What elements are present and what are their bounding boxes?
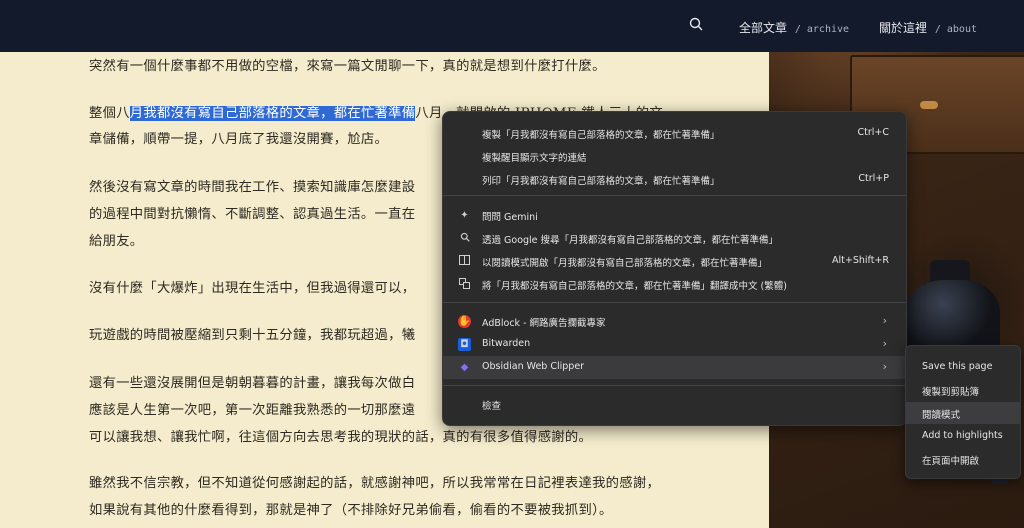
nav-label: 全部文章 <box>739 21 788 35</box>
obsidian-submenu: Save this page 複製到剪貼簿 閱讀模式 Add to highli… <box>905 345 1021 479</box>
gemini-sparkle-icon: ✦ <box>460 210 469 221</box>
menu-label: 複製「月我都沒有寫自己部落格的文章，都在忙著準備」 <box>482 130 720 141</box>
paragraph: 沒有什麼「大爆炸」出現在生活中，但我過得還可以， <box>89 281 416 296</box>
submenu-item-copy-clipboard[interactable]: 複製到剪貼簿 <box>906 379 1020 401</box>
menu-item-copy-link[interactable]: 複製醒目顯示文字的連結 <box>443 145 906 168</box>
menu-label: 透過 Google 搜尋「月我都沒有寫自己部落格的文章，都在忙著準備」 <box>482 235 779 246</box>
paragraph-line: 還有一些還沒展開但是朝朝暮暮的計畫，讓我每次做白 <box>89 376 416 391</box>
nav-link-about[interactable]: 關於這裡 / about <box>879 19 977 36</box>
nav-sub-label: / about <box>934 24 977 35</box>
chevron-right-icon: › <box>882 337 887 350</box>
menu-item-print[interactable]: 列印「月我都沒有寫自己部落格的文章，都在忙著準備」 Ctrl+P <box>443 168 906 191</box>
menu-label: AdBlock - 網路廣告攔截專家 <box>482 318 606 329</box>
menu-item-bitwarden[interactable]: ◘ Bitwarden › <box>443 333 906 356</box>
obsidian-gem-icon: ◆ <box>460 362 469 373</box>
menu-item-reader-mode[interactable]: 以閱讀模式開啟「月我都沒有寫自己部落格的文章，都在忙著準備」 Alt+Shift… <box>443 250 906 273</box>
selected-text[interactable]: 月我都沒有寫自己部落格的文章，都在忙著準備 <box>129 106 416 121</box>
paragraph-line: 給朋友。 <box>89 234 144 249</box>
shortcut: Ctrl+C <box>857 127 890 138</box>
submenu-item-add-highlights[interactable]: Add to highlights <box>906 425 1020 447</box>
text: 整個八 <box>89 106 130 121</box>
menu-item-translate[interactable]: 將「月我都沒有寫自己部落格的文章，都在忙著準備」翻譯成中文 (繁體) <box>443 273 906 296</box>
submenu-label: 閱讀模式 <box>922 410 961 421</box>
paragraph-line: 的過程中間對抗懶惰、不斷調整、認真過生活。一直在 <box>89 207 416 222</box>
submenu-label: 複製到剪貼簿 <box>922 387 980 398</box>
menu-label: 問問 Gemini <box>482 212 538 223</box>
menu-label: Obsidian Web Clipper <box>482 361 585 372</box>
chevron-right-icon: › <box>882 360 887 373</box>
paragraph-line: 如果說有其他的什麼看得到，那就是神了（不排除好兄弟偷看，偷看的不要被我抓到）。 <box>89 503 613 518</box>
menu-divider <box>443 302 906 303</box>
nav-sub-label: / archive <box>794 24 850 35</box>
submenu-item-open-in-page[interactable]: 在頁面中開啟 <box>906 448 1020 470</box>
paragraph: 突然有一個什麼事都不用做的空檔，來寫一篇文閒聊一下，真的就是想到什麼打什麼。 <box>89 59 606 74</box>
menu-item-obsidian-web-clipper[interactable]: ◆ Obsidian Web Clipper › <box>443 356 906 379</box>
submenu-item-reader-mode[interactable]: 閱讀模式 <box>906 402 1020 424</box>
submenu-label: Add to highlights <box>922 430 1003 441</box>
paragraph-line: 雖然我不信宗教，但不知道從何感謝起的話，就感謝神吧，所以我常常在日記裡表達我的感… <box>89 476 661 491</box>
menu-item-copy[interactable]: 複製「月我都沒有寫自己部落格的文章，都在忙著準備」 Ctrl+C <box>443 122 906 145</box>
context-menu: 複製「月我都沒有寫自己部落格的文章，都在忙著準備」 Ctrl+C 複製醒目顯示文… <box>442 111 907 426</box>
menu-label: 以閱讀模式開啟「月我都沒有寫自己部落格的文章，都在忙著準備」 <box>482 258 768 269</box>
menu-divider <box>443 195 906 196</box>
chevron-right-icon: › <box>882 314 887 327</box>
nav-link-archive[interactable]: 全部文章 / archive <box>739 19 849 36</box>
submenu-label: 在頁面中開啟 <box>922 456 980 467</box>
shortcut: Ctrl+P <box>858 173 889 184</box>
menu-item-inspect[interactable]: 檢查 <box>443 393 906 416</box>
menu-label: 列印「月我都沒有寫自己部落格的文章，都在忙著準備」 <box>482 176 720 187</box>
menu-label: 將「月我都沒有寫自己部落格的文章，都在忙著準備」翻譯成中文 (繁體) <box>482 281 787 292</box>
adblock-icon: ✋ <box>458 315 471 328</box>
search-icon[interactable] <box>689 17 703 31</box>
menu-item-gemini[interactable]: ✦ 問問 Gemini <box>443 204 906 227</box>
top-navbar: 全部文章 / archive 關於這裡 / about <box>0 0 1024 52</box>
paragraph: 玩遊戲的時間被壓縮到只剩十五分鐘，我都玩超過，犧 <box>89 328 416 343</box>
menu-label: 檢查 <box>482 401 502 412</box>
paragraph-line: 可以讓我想、讓我忙啊，往這個方向去思考我的現狀的話，真的有很多值得感謝的。 <box>89 430 593 445</box>
menu-item-google-search[interactable]: 透過 Google 搜尋「月我都沒有寫自己部落格的文章，都在忙著準備」 <box>443 227 906 250</box>
menu-label: 複製醒目顯示文字的連結 <box>482 153 587 164</box>
shortcut: Alt+Shift+R <box>832 255 889 266</box>
nav-label: 關於這裡 <box>879 21 928 35</box>
paragraph-line: 章儲備，順帶一提，八月底了我還沒開賽，尬店。 <box>89 132 389 147</box>
bitwarden-shield-icon: ◘ <box>458 338 471 351</box>
menu-item-adblock[interactable]: ✋ AdBlock - 網路廣告攔截專家 › <box>443 310 906 333</box>
submenu-label: Save this page <box>922 361 993 372</box>
search-icon <box>458 232 471 245</box>
translate-icon <box>458 278 471 291</box>
menu-label: Bitwarden <box>482 338 531 349</box>
reader-mode-icon <box>458 255 471 268</box>
paragraph-line: 然後沒有寫文章的時間我在工作、摸索知識庫怎麼建設 <box>89 180 416 195</box>
submenu-item-save-page[interactable]: Save this page <box>906 356 1020 378</box>
menu-divider <box>443 385 906 386</box>
paragraph-line: 應該是人生第一次吧，第一次距離我熟悉的一切那麼遠 <box>89 403 416 418</box>
drawer-knob <box>920 101 938 109</box>
